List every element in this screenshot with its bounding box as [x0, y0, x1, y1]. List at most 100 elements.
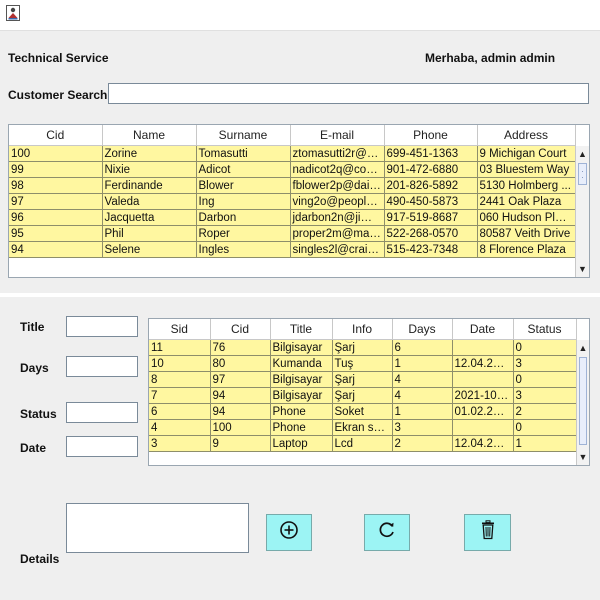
- cell-title[interactable]: Bilgisayar: [270, 371, 333, 388]
- service-row[interactable]: 11 76 Bilgisayar Şarj 6 0: [149, 339, 577, 356]
- customer-search-input[interactable]: [108, 83, 589, 104]
- service-table-scrollbar[interactable]: ▲ ▼: [576, 340, 589, 465]
- add-button[interactable]: [266, 514, 312, 551]
- cell-cid[interactable]: 9: [210, 435, 271, 452]
- cell-date[interactable]: [452, 371, 514, 388]
- service-row[interactable]: 4 100 Phone Ekran sor... 3 0: [149, 419, 577, 436]
- customer-row[interactable]: 97 Valeda Ing ving2o@people.c... 490-450-587…: [9, 193, 576, 210]
- cell-sid[interactable]: 11: [149, 339, 211, 356]
- cell-cid[interactable]: 100: [9, 145, 103, 162]
- cell-surname[interactable]: Blower: [196, 177, 291, 194]
- cell-email[interactable]: proper2m@mail.ru: [290, 225, 385, 242]
- cell-phone[interactable]: 917-519-8687: [384, 209, 478, 226]
- cell-cid[interactable]: 94: [9, 241, 103, 258]
- cell-status[interactable]: 0: [513, 371, 577, 388]
- col-header-surname[interactable]: Surname: [196, 125, 291, 146]
- cell-name[interactable]: Phil: [102, 225, 197, 242]
- cell-title[interactable]: Phone: [270, 403, 333, 420]
- cell-cid[interactable]: 100: [210, 419, 271, 436]
- cell-email[interactable]: ztomasutti2r@hp....: [290, 145, 385, 162]
- customer-row[interactable]: 100 Zorine Tomasutti ztomasutti2r@hp.... 699…: [9, 145, 576, 162]
- cell-address[interactable]: 03 Bluestem Way: [477, 161, 576, 178]
- cell-cid[interactable]: 99: [9, 161, 103, 178]
- cell-status[interactable]: 0: [513, 339, 577, 356]
- col-header-sid[interactable]: Sid: [149, 319, 211, 340]
- col-header-date[interactable]: Date: [452, 319, 514, 340]
- cell-phone[interactable]: 515-423-7348: [384, 241, 478, 258]
- cell-email[interactable]: ving2o@people.c...: [290, 193, 385, 210]
- cell-days[interactable]: 2: [392, 435, 453, 452]
- cell-info[interactable]: Ekran sor...: [332, 419, 393, 436]
- cell-days[interactable]: 4: [392, 371, 453, 388]
- scroll-down-icon[interactable]: ▼: [576, 261, 589, 277]
- cell-date[interactable]: [452, 339, 514, 356]
- cell-days[interactable]: 4: [392, 387, 453, 404]
- cell-cid[interactable]: 95: [9, 225, 103, 242]
- cell-email[interactable]: fblower2p@daily...: [290, 177, 385, 194]
- service-row[interactable]: 10 80 Kumanda Tuş 1 12.04.2020 3: [149, 355, 577, 372]
- cell-address[interactable]: 9 Michigan Court: [477, 145, 576, 162]
- days-input[interactable]: [66, 356, 138, 377]
- col-header-status[interactable]: Status: [513, 319, 577, 340]
- cell-surname[interactable]: Adicot: [196, 161, 291, 178]
- cell-phone[interactable]: 490-450-5873: [384, 193, 478, 210]
- service-row[interactable]: 8 97 Bilgisayar Şarj 4 0: [149, 371, 577, 388]
- cell-info[interactable]: Soket: [332, 403, 393, 420]
- customer-row[interactable]: 98 Ferdinande Blower fblower2p@daily... 201-…: [9, 177, 576, 194]
- cell-info[interactable]: Şarj: [332, 387, 393, 404]
- cell-date[interactable]: 12.04.2020: [452, 435, 514, 452]
- scroll-thumb[interactable]: [579, 357, 587, 445]
- cell-date[interactable]: 12.04.2020: [452, 355, 514, 372]
- col-header-info[interactable]: Info: [332, 319, 393, 340]
- delete-button[interactable]: [464, 514, 511, 551]
- cell-sid[interactable]: 3: [149, 435, 211, 452]
- cell-sid[interactable]: 8: [149, 371, 211, 388]
- cell-days[interactable]: 3: [392, 419, 453, 436]
- cell-surname[interactable]: Tomasutti: [196, 145, 291, 162]
- cell-name[interactable]: Zorine: [102, 145, 197, 162]
- cell-title[interactable]: Kumanda: [270, 355, 333, 372]
- col-header-phone[interactable]: Phone: [384, 125, 478, 146]
- cell-cid[interactable]: 98: [9, 177, 103, 194]
- details-textarea[interactable]: [66, 503, 249, 553]
- cell-title[interactable]: Bilgisayar: [270, 387, 333, 404]
- cell-name[interactable]: Valeda: [102, 193, 197, 210]
- customer-row[interactable]: 96 Jacquetta Darbon jdarbon2n@jimd... 917-51…: [9, 209, 576, 226]
- scroll-down-icon[interactable]: ▼: [577, 449, 589, 465]
- cell-surname[interactable]: Darbon: [196, 209, 291, 226]
- cell-address[interactable]: 2441 Oak Plaza: [477, 193, 576, 210]
- cell-name[interactable]: Nixie: [102, 161, 197, 178]
- scroll-thumb[interactable]: [578, 163, 587, 185]
- cell-email[interactable]: singles2l@craig...: [290, 241, 385, 258]
- cell-info[interactable]: Lcd: [332, 435, 393, 452]
- customer-table-scrollbar[interactable]: ▲ ▼: [575, 146, 589, 277]
- col-header-name[interactable]: Name: [102, 125, 197, 146]
- cell-days[interactable]: 1: [392, 355, 453, 372]
- cell-surname[interactable]: Ingles: [196, 241, 291, 258]
- cell-cid[interactable]: 76: [210, 339, 271, 356]
- cell-info[interactable]: Şarj: [332, 339, 393, 356]
- cell-name[interactable]: Selene: [102, 241, 197, 258]
- cell-sid[interactable]: 7: [149, 387, 211, 404]
- cell-days[interactable]: 1: [392, 403, 453, 420]
- col-header-cid[interactable]: Cid: [9, 125, 103, 146]
- cell-date[interactable]: 01.02.2020: [452, 403, 514, 420]
- cell-sid[interactable]: 10: [149, 355, 211, 372]
- cell-surname[interactable]: Ing: [196, 193, 291, 210]
- cell-title[interactable]: Bilgisayar: [270, 339, 333, 356]
- cell-email[interactable]: jdarbon2n@jimd...: [290, 209, 385, 226]
- date-input[interactable]: [66, 436, 138, 457]
- cell-title[interactable]: Phone: [270, 419, 333, 436]
- title-input[interactable]: [66, 316, 138, 337]
- cell-name[interactable]: Ferdinande: [102, 177, 197, 194]
- cell-title[interactable]: Laptop: [270, 435, 333, 452]
- cell-status[interactable]: 0: [513, 419, 577, 436]
- col-header-email[interactable]: E-mail: [290, 125, 385, 146]
- cell-sid[interactable]: 4: [149, 419, 211, 436]
- cell-surname[interactable]: Roper: [196, 225, 291, 242]
- cell-info[interactable]: Şarj: [332, 371, 393, 388]
- cell-sid[interactable]: 6: [149, 403, 211, 420]
- cell-cid[interactable]: 97: [210, 371, 271, 388]
- cell-date[interactable]: [452, 419, 514, 436]
- scroll-up-icon[interactable]: ▲: [577, 340, 589, 356]
